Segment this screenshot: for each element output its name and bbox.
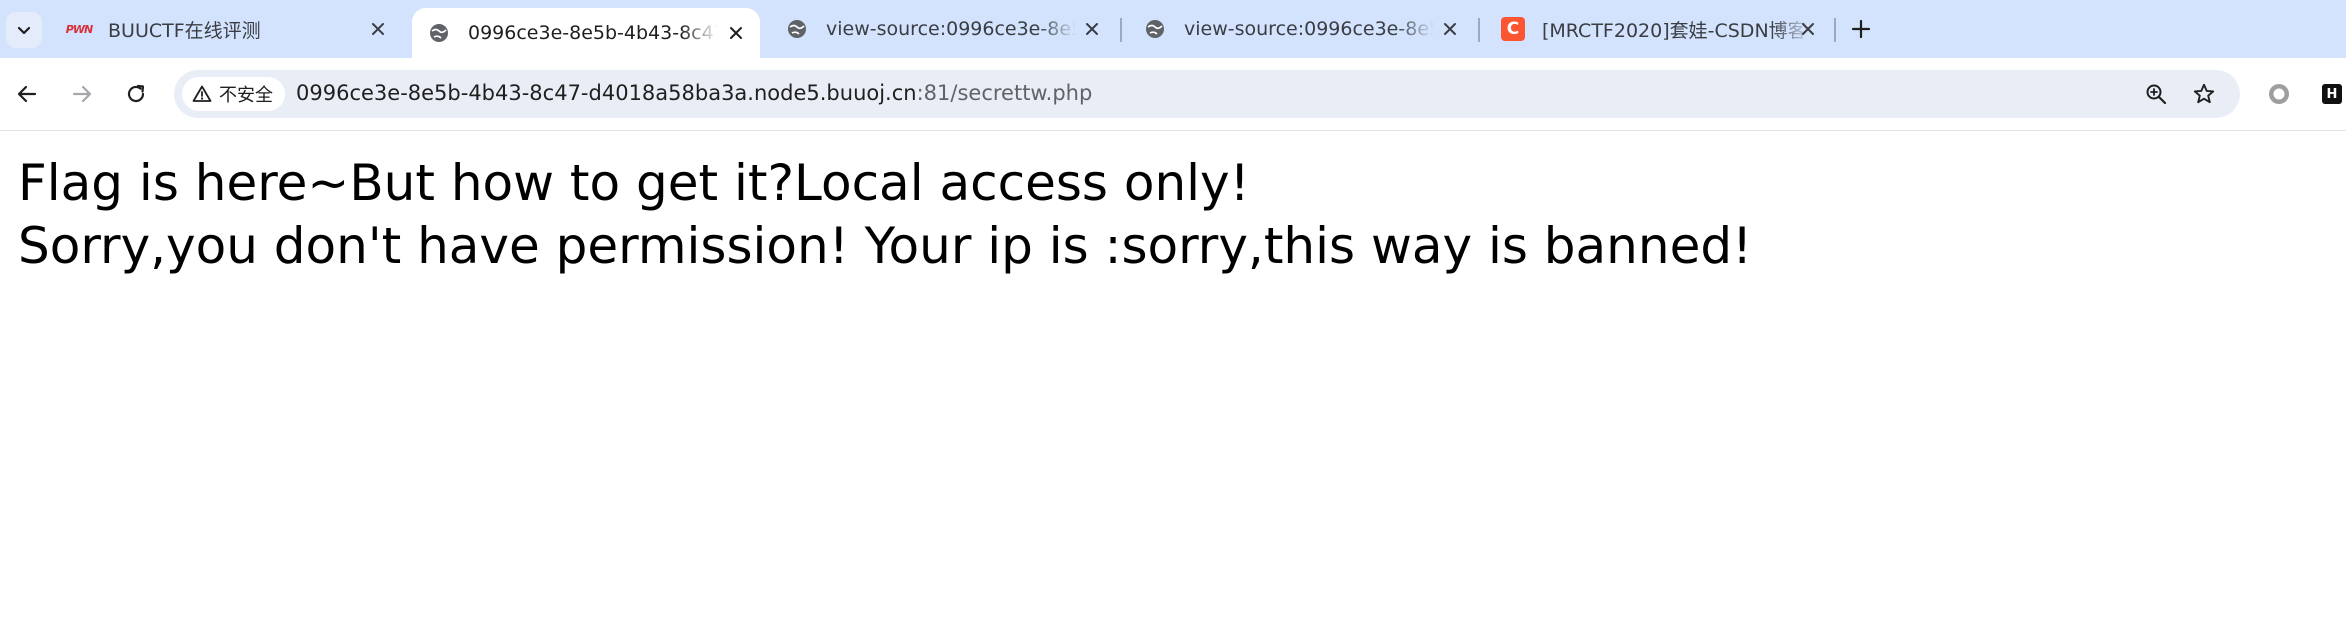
tab-divider: [1120, 18, 1122, 42]
url-path: :81/secrettw.php: [916, 81, 1093, 105]
buuctf-logo-icon: PWN: [65, 22, 93, 36]
chevron-down-icon: [17, 26, 31, 35]
close-icon[interactable]: [1080, 17, 1104, 41]
h-extension-button[interactable]: H: [2314, 76, 2346, 112]
toolbar: 不安全 0996ce3e-8e5b-4b43-8c47-d4018a58ba3a…: [0, 58, 2346, 131]
url-host: 0996ce3e-8e5b-4b43-8c47-d4018a58ba3a.nod…: [296, 81, 917, 105]
close-icon[interactable]: [1438, 17, 1462, 41]
reload-icon: [127, 84, 145, 103]
tab-title: [MRCTF2020]套娃-CSDN博客: [1542, 19, 1807, 42]
warning-icon: [192, 85, 212, 102]
security-label: 不安全: [219, 85, 273, 106]
tab-search-button[interactable]: [6, 12, 42, 48]
back-arrow-icon: [17, 85, 37, 103]
tab-divider: [1834, 18, 1836, 42]
tab-view-source-2[interactable]: view-source:0996ce3e-8e5b-4b43-8c47-d401…: [1128, 0, 1474, 58]
close-icon[interactable]: [1796, 17, 1820, 41]
tab-csdn[interactable]: C [MRCTF2020]套娃-CSDN博客: [1486, 0, 1832, 58]
csdn-logo-icon: C: [1500, 16, 1526, 42]
tab-secrettw[interactable]: 0996ce3e-8e5b-4b43-8c47-d4018a58ba3a.nod…: [412, 8, 760, 58]
tab-buuctf[interactable]: PWN BUUCTF在线评测: [52, 0, 402, 58]
h-extension-icon: H: [2322, 84, 2342, 104]
reload-button[interactable]: [118, 76, 154, 112]
address-bar[interactable]: 不安全 0996ce3e-8e5b-4b43-8c47-d4018a58ba3a…: [174, 70, 2240, 118]
globe-icon: [1142, 16, 1168, 42]
tab-title: view-source:0996ce3e-8e5b-4b43-8c47-d401…: [1184, 18, 1434, 40]
tab-title: BUUCTF在线评测: [108, 19, 261, 42]
extension-button[interactable]: [2261, 76, 2297, 112]
forward-button[interactable]: [64, 76, 100, 112]
close-icon[interactable]: [366, 17, 390, 41]
site-security-chip[interactable]: 不安全: [182, 77, 285, 111]
zoom-in-icon: [2146, 84, 2167, 105]
permission-message: Sorry,you don't have permission! Your ip…: [18, 217, 1753, 275]
star-icon: [2193, 83, 2215, 104]
zoom-button[interactable]: [2140, 78, 2172, 110]
tab-divider: [1478, 18, 1480, 42]
tab-view-source-1[interactable]: view-source:0996ce3e-8e5b-4b43-8c47-d401…: [770, 0, 1116, 58]
forward-arrow-icon: [72, 85, 92, 103]
tab-strip: PWN BUUCTF在线评测 0996ce3e-8e5b-4b43-8c47-d…: [0, 0, 2346, 58]
back-button[interactable]: [9, 76, 45, 112]
page-content: Flag is here~But how to get it?Local acc…: [18, 152, 1752, 278]
close-icon[interactable]: [724, 21, 748, 45]
globe-icon: [784, 16, 810, 42]
url-text[interactable]: 0996ce3e-8e5b-4b43-8c47-d4018a58ba3a.nod…: [296, 81, 1092, 105]
globe-icon: [426, 20, 452, 46]
plus-icon: [1851, 19, 1871, 39]
bookmark-button[interactable]: [2188, 78, 2220, 110]
flag-message: Flag is here~But how to get it?Local acc…: [18, 154, 1250, 212]
tab-title: view-source:0996ce3e-8e5b-4b43-8c47-d401…: [826, 18, 1076, 40]
tab-title: 0996ce3e-8e5b-4b43-8c47-d4018a58ba3a.nod…: [468, 22, 718, 44]
new-tab-button[interactable]: [1846, 14, 1876, 44]
extension-circle-icon: [2269, 84, 2289, 104]
